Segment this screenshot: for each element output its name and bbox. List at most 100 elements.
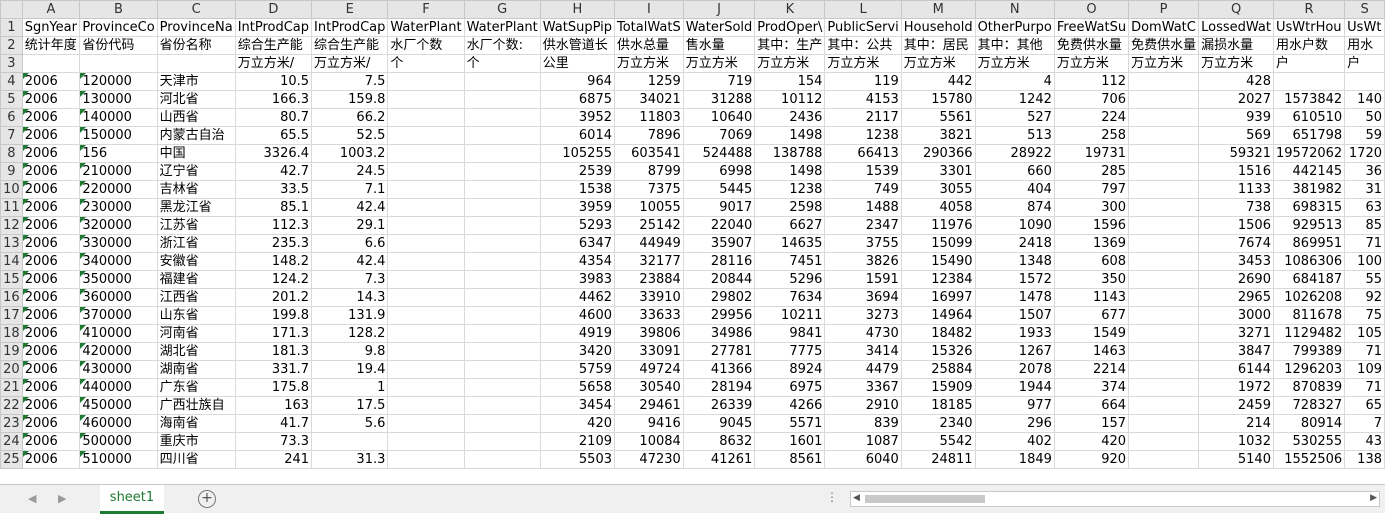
cell-o23[interactable]: 157 <box>1053 414 1130 433</box>
cell-k24[interactable]: 1601 <box>754 432 826 451</box>
cell-c19[interactable]: 湖北省 <box>156 342 236 361</box>
cell-k4[interactable]: 154 <box>754 72 826 91</box>
cell-m17[interactable]: 14964 <box>900 306 976 325</box>
cell-q3[interactable]: 万立方米 <box>1198 54 1274 73</box>
cell-s7[interactable]: 59 <box>1344 126 1385 145</box>
cell-h5[interactable]: 6875 <box>539 90 616 109</box>
cell-f19[interactable] <box>387 342 465 361</box>
cell-l17[interactable]: 3273 <box>824 306 902 325</box>
cell-i3[interactable]: 万立方米 <box>614 54 684 73</box>
cell-p4[interactable] <box>1128 72 1200 91</box>
cell-s5[interactable]: 140 <box>1344 90 1385 109</box>
cell-j24[interactable]: 8632 <box>682 432 756 451</box>
row-header[interactable]: 24 <box>0 432 23 451</box>
cell-a3[interactable] <box>21 54 81 73</box>
cell-o18[interactable]: 1549 <box>1053 324 1130 343</box>
cell-q22[interactable]: 2459 <box>1198 396 1274 415</box>
cell-o5[interactable]: 706 <box>1053 90 1130 109</box>
cell-n12[interactable]: 1090 <box>974 216 1055 235</box>
cell-r19[interactable]: 799389 <box>1272 342 1346 361</box>
cell-r6[interactable]: 610510 <box>1272 108 1346 127</box>
cell-n21[interactable]: 1944 <box>974 378 1055 397</box>
cell-s15[interactable]: 55 <box>1344 270 1385 289</box>
cell-s2[interactable]: 用水 <box>1344 36 1385 55</box>
cell-d5[interactable]: 166.3 <box>234 90 313 109</box>
cell-g20[interactable] <box>463 360 541 379</box>
cell-h13[interactable]: 6347 <box>539 234 616 253</box>
cell-r22[interactable]: 728327 <box>1272 396 1346 415</box>
cell-d25[interactable]: 241 <box>234 450 313 469</box>
cell-h17[interactable]: 4600 <box>539 306 616 325</box>
cell-d24[interactable]: 73.3 <box>234 432 313 451</box>
cell-e19[interactable]: 9.8 <box>311 342 389 361</box>
cell-a22[interactable]: 2006 <box>21 396 81 415</box>
cell-a15[interactable]: 2006 <box>21 270 81 289</box>
cell-j18[interactable]: 34986 <box>682 324 756 343</box>
cell-i20[interactable]: 49724 <box>614 360 684 379</box>
cell-q7[interactable]: 569 <box>1198 126 1274 145</box>
cell-e8[interactable]: 1003.2 <box>311 144 389 163</box>
cell-j12[interactable]: 22040 <box>682 216 756 235</box>
cell-f18[interactable] <box>387 324 465 343</box>
cell-o1[interactable]: FreeWatSu <box>1053 18 1130 37</box>
cell-l24[interactable]: 1087 <box>824 432 902 451</box>
cell-r1[interactable]: UsWtrHou <box>1272 18 1346 37</box>
cell-q20[interactable]: 6144 <box>1198 360 1274 379</box>
cell-j6[interactable]: 10640 <box>682 108 756 127</box>
column-header-r[interactable]: R <box>1272 0 1346 19</box>
cell-c21[interactable]: 广东省 <box>156 378 236 397</box>
cell-o22[interactable]: 664 <box>1053 396 1130 415</box>
cell-a2[interactable]: 统计年度 <box>21 36 81 55</box>
cell-g25[interactable] <box>463 450 541 469</box>
cell-e7[interactable]: 52.5 <box>311 126 389 145</box>
cell-q18[interactable]: 3271 <box>1198 324 1274 343</box>
cell-d3[interactable]: 万立方米/ <box>234 54 313 73</box>
row-header[interactable]: 10 <box>0 180 23 199</box>
cell-j2[interactable]: 售水量 <box>682 36 756 55</box>
cell-k5[interactable]: 10112 <box>754 90 826 109</box>
cell-f1[interactable]: WaterPlant <box>387 18 465 37</box>
cell-f25[interactable] <box>387 450 465 469</box>
cell-r23[interactable]: 80914 <box>1272 414 1346 433</box>
row-header[interactable]: 17 <box>0 306 23 325</box>
cell-n1[interactable]: OtherPurpo <box>974 18 1055 37</box>
cell-o16[interactable]: 1143 <box>1053 288 1130 307</box>
cell-r2[interactable]: 用水户数 <box>1272 36 1346 55</box>
cell-f2[interactable]: 水厂个数 <box>387 36 465 55</box>
cell-k16[interactable]: 7634 <box>754 288 826 307</box>
cell-g14[interactable] <box>463 252 541 271</box>
cell-n19[interactable]: 1267 <box>974 342 1055 361</box>
cell-l9[interactable]: 1539 <box>824 162 902 181</box>
cell-f22[interactable] <box>387 396 465 415</box>
cell-m22[interactable]: 18185 <box>900 396 976 415</box>
cell-d12[interactable]: 112.3 <box>234 216 313 235</box>
cell-l19[interactable]: 3414 <box>824 342 902 361</box>
cell-j3[interactable]: 万立方米 <box>682 54 756 73</box>
column-header-b[interactable]: B <box>79 0 158 19</box>
cell-j14[interactable]: 28116 <box>682 252 756 271</box>
scrollbar-thumb[interactable] <box>865 495 985 503</box>
cell-g5[interactable] <box>463 90 541 109</box>
cell-m14[interactable]: 15490 <box>900 252 976 271</box>
cell-g12[interactable] <box>463 216 541 235</box>
cell-k1[interactable]: ProdOper\ <box>754 18 826 37</box>
cell-g15[interactable] <box>463 270 541 289</box>
cell-q9[interactable]: 1516 <box>1198 162 1274 181</box>
cell-n6[interactable]: 527 <box>974 108 1055 127</box>
row-header[interactable]: 13 <box>0 234 23 253</box>
cell-r11[interactable]: 698315 <box>1272 198 1346 217</box>
cell-l15[interactable]: 1591 <box>824 270 902 289</box>
cell-a20[interactable]: 2006 <box>21 360 81 379</box>
cell-r12[interactable]: 929513 <box>1272 216 1346 235</box>
row-header[interactable]: 19 <box>0 342 23 361</box>
cell-g21[interactable] <box>463 378 541 397</box>
cell-d11[interactable]: 85.1 <box>234 198 313 217</box>
cell-p17[interactable] <box>1128 306 1200 325</box>
cell-r10[interactable]: 381982 <box>1272 180 1346 199</box>
cell-j19[interactable]: 27781 <box>682 342 756 361</box>
cell-p3[interactable]: 万立方米 <box>1128 54 1200 73</box>
row-header[interactable]: 2 <box>0 36 23 55</box>
cell-a6[interactable]: 2006 <box>21 108 81 127</box>
cell-h14[interactable]: 4354 <box>539 252 616 271</box>
cell-i12[interactable]: 25142 <box>614 216 684 235</box>
